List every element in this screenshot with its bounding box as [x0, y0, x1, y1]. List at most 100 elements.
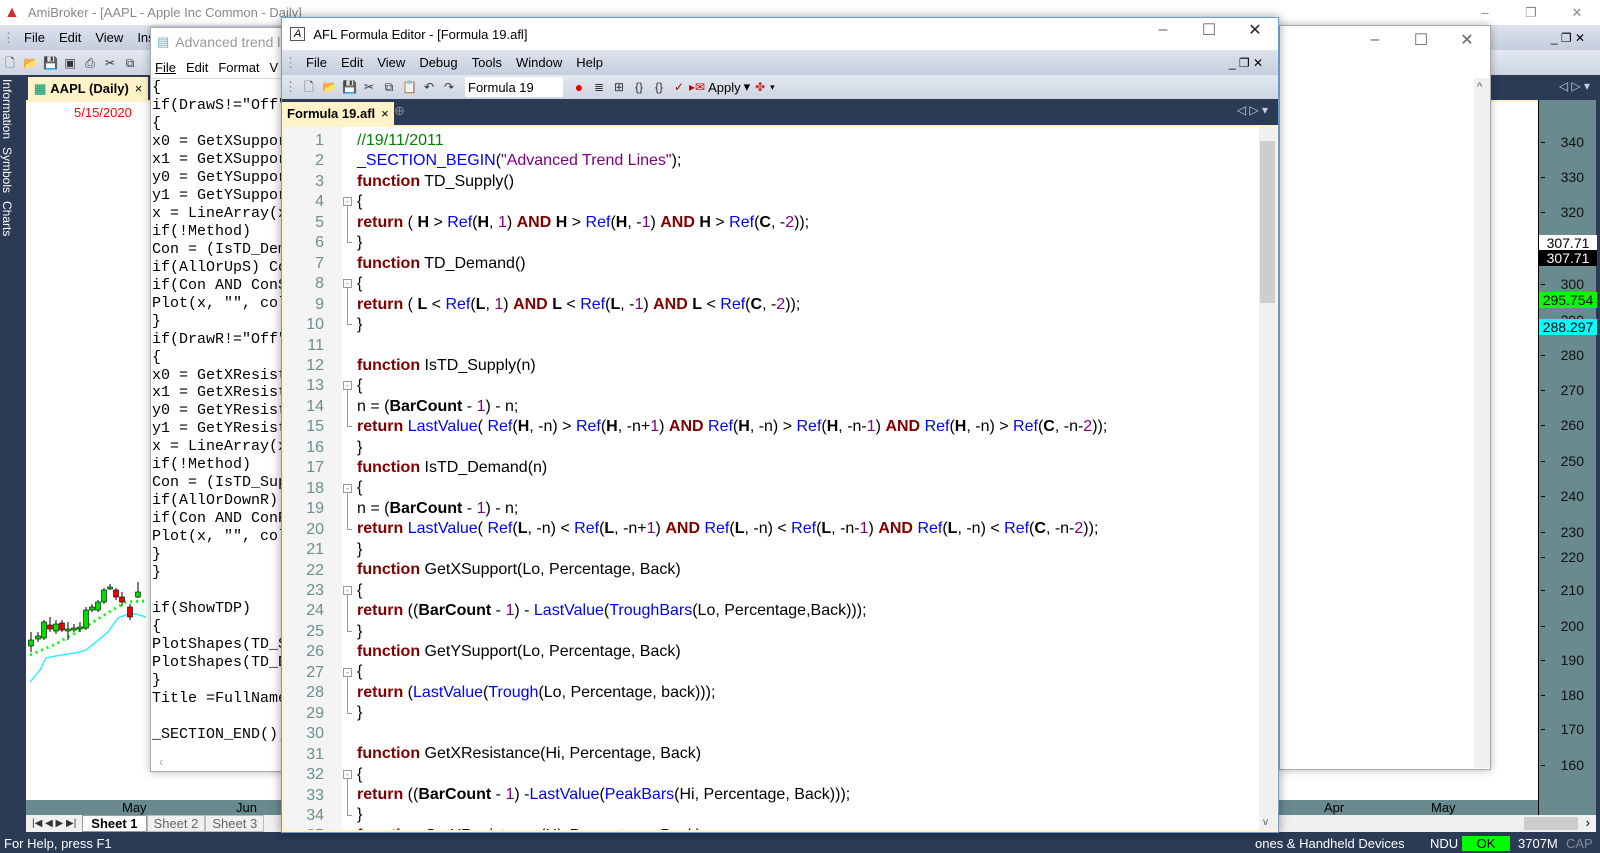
prettify-icon[interactable]: ⊞	[612, 80, 626, 94]
editor-menu-debug[interactable]: Debug	[419, 55, 457, 70]
close-tab-icon[interactable]: ×	[135, 81, 143, 96]
sheet-tab-1[interactable]: Sheet 1	[82, 815, 147, 832]
notepad-menu-format[interactable]: Format	[218, 60, 259, 75]
tab-scroll-icons[interactable]: ◁ ▷ ▾	[1237, 103, 1268, 117]
scroll-right-icon[interactable]: ›	[1586, 815, 1590, 830]
code-line: {	[357, 581, 363, 599]
sheet-tab-3[interactable]: Sheet 3	[205, 815, 265, 832]
minimize-icon[interactable]: –	[1352, 31, 1398, 49]
editor-menu-window[interactable]: Window	[516, 55, 562, 70]
price-axis[interactable]: 3403303203002902802702602502402302202102…	[1538, 100, 1597, 815]
new-icon[interactable]: 🗋	[3, 56, 17, 70]
v-scrollbar[interactable]: v	[1259, 127, 1276, 830]
open-icon[interactable]: 📂	[322, 80, 337, 94]
code-line: function IsTD_Demand(n)	[357, 459, 548, 476]
sheet-nav-icons[interactable]: |◀ ◀ ▶ ▶|	[32, 818, 76, 829]
new-icon[interactable]: 🗋	[302, 80, 316, 94]
open-icon[interactable]: 📂	[23, 56, 38, 70]
fold-collapse-icon[interactable]: -	[343, 483, 352, 493]
mdi-controls[interactable]: _ ❐ ✕	[1229, 56, 1263, 70]
editor-menu-edit[interactable]: Edit	[341, 55, 363, 70]
v-scrollbar-thumb[interactable]	[1260, 141, 1275, 303]
undo-icon[interactable]: ↶	[422, 80, 436, 94]
code-token: Ref	[1004, 520, 1030, 538]
verify-icon[interactable]: ✓	[672, 80, 686, 94]
h-scrollbar-thumb[interactable]	[1524, 817, 1578, 830]
maximize-icon[interactable]: ☐	[1398, 30, 1444, 50]
fold-collapse-icon[interactable]: -	[343, 197, 352, 207]
scroll-down-icon[interactable]: v	[1263, 817, 1268, 828]
copy-icon[interactable]: ⧉	[123, 56, 137, 70]
save-icon[interactable]: 💾	[342, 80, 357, 94]
axis-label: 200	[1560, 618, 1584, 634]
redo-icon[interactable]: ↷	[442, 80, 456, 94]
fold-collapse-icon[interactable]: -	[343, 769, 352, 779]
scroll-left-icon[interactable]: ‹	[159, 754, 163, 769]
editor-menu-tools[interactable]: Tools	[472, 55, 502, 70]
tab-aapl-daily[interactable]: ▦ AAPL (Daily) ×	[28, 77, 149, 100]
code-token: Ref	[704, 520, 730, 538]
maximize-icon[interactable]: ☐	[1186, 20, 1232, 40]
close-icon[interactable]: ✕	[1554, 5, 1600, 21]
code-token: L	[417, 295, 428, 313]
editor-menu-view[interactable]: View	[377, 55, 405, 70]
check-syntax-icon[interactable]: ≣	[592, 80, 606, 94]
code-token: L	[692, 295, 703, 313]
cut-icon[interactable]: ✂	[103, 56, 117, 70]
code-editor[interactable]: 1 2 3 4 5 6 7 8 9 10 11 12 13 14 15 16 17 18 19 20 21 22 23 24 2…	[282, 125, 1278, 832]
paste-icon[interactable]: 📋	[402, 80, 417, 94]
save-icon[interactable]: 💾	[43, 56, 58, 70]
fold-collapse-icon[interactable]: -	[343, 381, 352, 391]
cut-icon[interactable]: ✂	[362, 80, 376, 94]
print-icon[interactable]: ⎙	[83, 56, 97, 70]
fold-margin[interactable]: - - - - - - -	[342, 131, 354, 830]
code-text[interactable]: //19/11/2011 _SECTION_BEGIN("Advanced Tre…	[357, 131, 1107, 830]
notepad-menu-edit[interactable]: Edit	[186, 60, 208, 75]
close-icon[interactable]: ✕	[1232, 20, 1278, 40]
tab-scroll-icons[interactable]: ◁ ▷ ▾	[1559, 79, 1590, 93]
minimize-icon[interactable]: –	[1140, 21, 1186, 39]
notepad-menu-file[interactable]: File	[155, 60, 176, 75]
formula-name-input[interactable]	[465, 77, 563, 97]
record-icon[interactable]: ●	[572, 80, 586, 94]
tab-formula-19[interactable]: Formula 19.afl ×	[282, 102, 394, 125]
minimize-icon[interactable]: –	[1462, 5, 1508, 20]
restore-icon[interactable]: ❐	[1508, 5, 1554, 21]
v-scrollbar[interactable]: ^	[1474, 78, 1490, 768]
side-tab-charts[interactable]: Charts	[0, 197, 14, 240]
fold-collapse-icon[interactable]: -	[343, 585, 352, 595]
candle-body	[77, 626, 83, 630]
copy-icon[interactable]: ⧉	[382, 80, 396, 94]
axis-label: 330	[1560, 169, 1584, 185]
menu-view[interactable]: View	[95, 30, 123, 45]
new-tab-icon[interactable]: ⊕	[394, 103, 405, 119]
menu-file[interactable]: File	[24, 30, 45, 45]
fold-collapse-icon[interactable]: -	[343, 279, 352, 289]
menu-edit[interactable]: Edit	[59, 30, 81, 45]
fold-collapse-icon[interactable]: -	[343, 667, 352, 677]
sheet-tab-2[interactable]: Sheet 2	[146, 815, 206, 832]
close-icon[interactable]: ✕	[1444, 30, 1490, 50]
main-title: AmiBroker - [AAPL - Apple Inc Common - D…	[27, 5, 302, 20]
code-token: 1	[634, 295, 644, 313]
brace-icon[interactable]: {}	[632, 80, 646, 94]
mdi-controls[interactable]: _ ❐ ✕	[1551, 31, 1585, 45]
apply-button[interactable]: ▸✉ Apply ▾	[689, 79, 750, 95]
code-token: H	[954, 418, 967, 436]
code-token: Ref	[575, 418, 601, 436]
side-tab-symbols[interactable]: Symbols	[0, 143, 14, 197]
code-token: L	[552, 295, 562, 313]
editor-menu-file[interactable]: File	[306, 55, 327, 70]
code-line: {	[357, 765, 363, 783]
save-all-icon[interactable]: ▣	[63, 56, 77, 70]
notepad-menu-view[interactable]: V	[270, 60, 279, 75]
code-token: _SECTION_BEGIN	[357, 152, 496, 170]
color-icon[interactable]: ✤	[753, 80, 767, 94]
brace-next-icon[interactable]: {}	[652, 80, 666, 94]
scroll-up-icon[interactable]: ^	[1474, 81, 1482, 93]
axis-label: 270	[1560, 382, 1584, 398]
side-tab-information[interactable]: Information	[0, 75, 14, 143]
editor-menu-help[interactable]: Help	[576, 55, 603, 70]
code-token: 2	[785, 213, 795, 231]
close-tab-icon[interactable]: ×	[381, 106, 389, 121]
